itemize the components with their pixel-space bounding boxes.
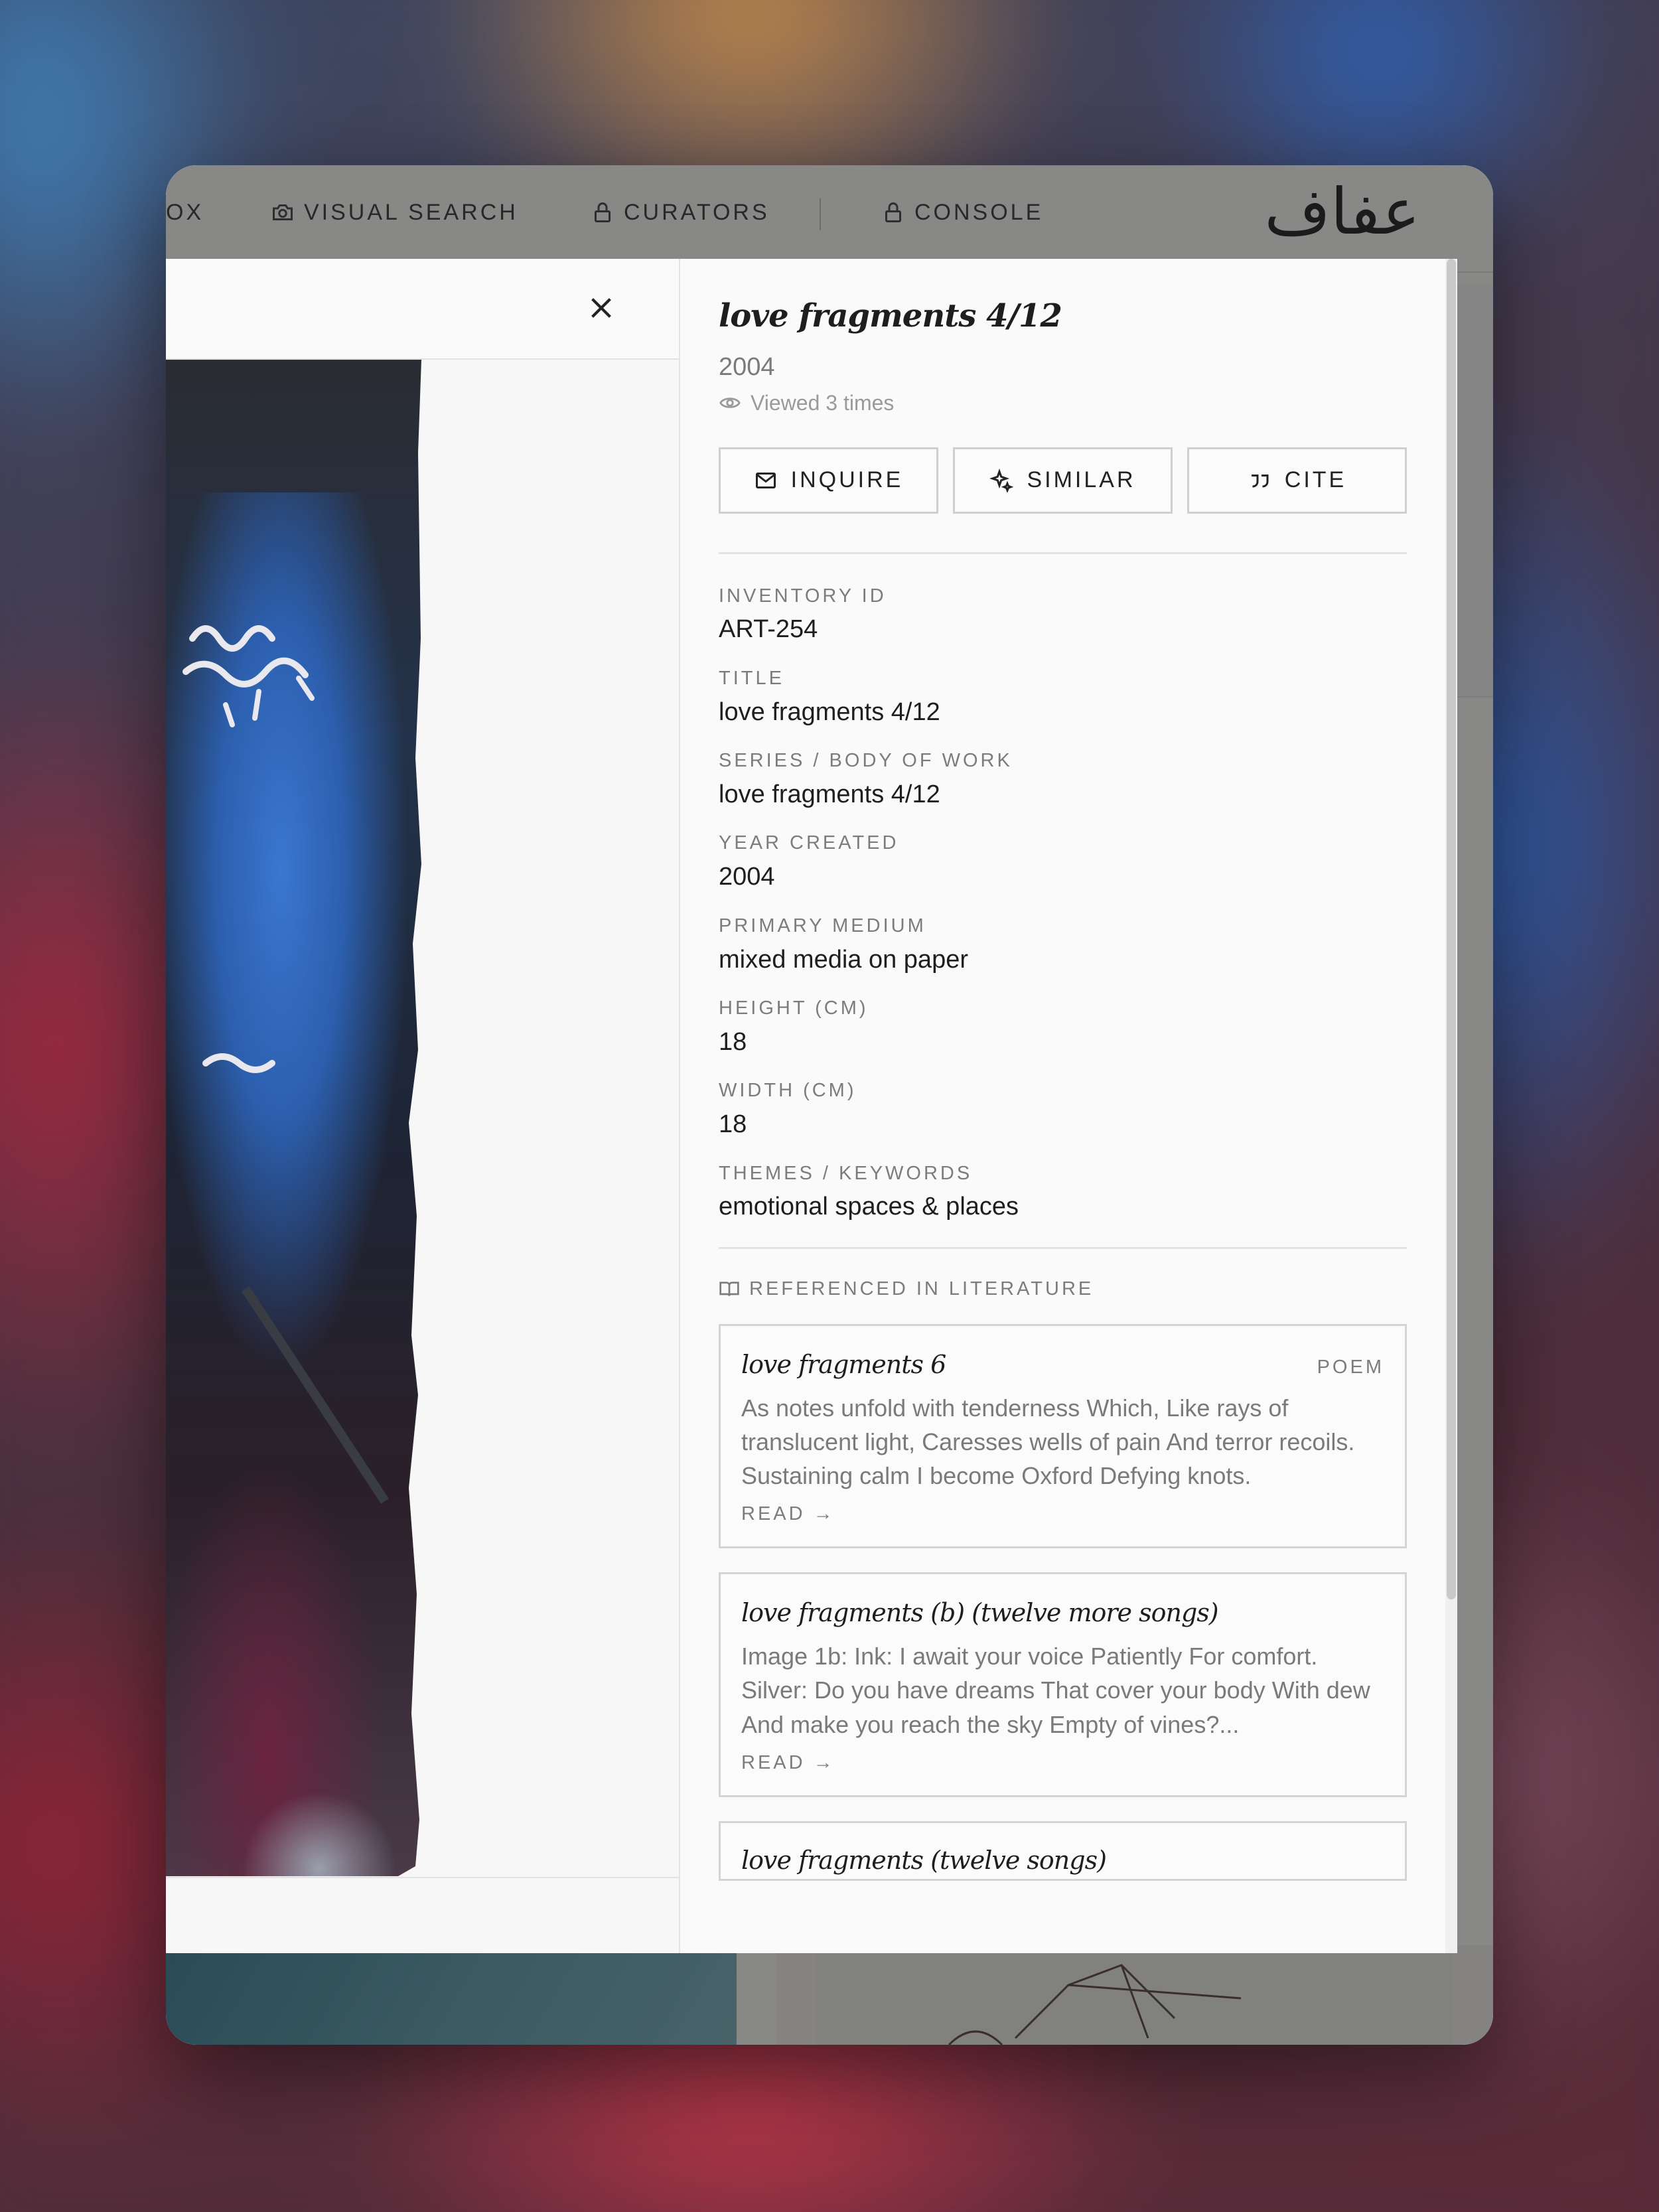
field-value: love fragments 4/12 [719,697,1407,729]
field-label: PRIMARY MEDIUM [719,915,1407,938]
close-button[interactable] [581,288,621,328]
literature-title: love fragments 6 [741,1350,946,1379]
literature-card[interactable]: love fragments (b) (twelve more songs) I… [719,1572,1407,1797]
cite-label: CITE [1285,467,1346,493]
field-label: HEIGHT (CM) [719,997,1407,1020]
artwork-info-content: love fragments 4/12 2004 Viewed 3 times [719,297,1407,1881]
field-label: WIDTH (CM) [719,1079,1407,1102]
field-value: 2004 [719,861,1407,893]
nav-divider [820,198,821,230]
scrollbar-thumb[interactable] [1447,259,1456,1599]
field-label: TITLE [719,667,1407,690]
field-label: YEAR CREATED [719,832,1407,855]
field-title: TITLE love fragments 4/12 [719,667,1407,728]
literature-card-header: love fragments (b) (twelve more songs) [741,1598,1384,1627]
nav-item-label: OX [166,200,204,226]
literature-title: love fragments (twelve songs) [741,1846,1106,1875]
field-themes: THEMES / KEYWORDS emotional spaces & pla… [719,1162,1407,1223]
action-buttons: INQUIRE SIMILAR CITE [719,447,1407,514]
literature-card-header: love fragments 6 POEM [741,1350,1384,1379]
literature-type: POEM [1317,1357,1384,1378]
nav-item-label: CURATORS [624,200,770,226]
field-value: emotional spaces & places [719,1191,1407,1223]
artwork-info-panel: love fragments 4/12 2004 Viewed 3 times [680,259,1457,1953]
mail-icon [754,469,778,492]
artwork-painting [166,360,421,1876]
sparkles-icon [989,469,1013,492]
literature-excerpt: As notes unfold with tenderness Which, L… [741,1391,1384,1493]
read-link[interactable]: READ → [741,1752,1384,1774]
background-thumbnail [776,1945,1493,2045]
read-link[interactable]: READ → [741,1503,1384,1525]
field-label: THEMES / KEYWORDS [719,1162,1407,1185]
section-divider [719,1247,1407,1249]
view-count-label: Viewed 3 times [751,391,894,415]
quote-icon [1248,469,1271,492]
literature-card[interactable]: love fragments 6 POEM As notes unfold wi… [719,1324,1407,1548]
artwork-image[interactable] [166,360,421,1876]
literature-heading: REFERENCED IN LITERATURE [719,1278,1407,1300]
literature-card[interactable]: love fragments (twelve songs) [719,1821,1407,1881]
lock-icon [881,200,905,224]
artwork-title: love fragments 4/12 [719,297,1407,336]
nav-item-inbox[interactable]: OX [166,165,204,259]
field-value: ART-254 [719,614,1407,646]
eye-icon [719,392,741,414]
nav-item-label: VISUAL SEARCH [304,200,518,226]
field-year-created: YEAR CREATED 2004 [719,832,1407,893]
brand-logo[interactable]: عفاف [1264,180,1420,244]
lock-icon [591,200,614,224]
sketch-thumbnail [776,1945,1493,2045]
field-primary-medium: PRIMARY MEDIUM mixed media on paper [719,915,1407,976]
literature-heading-label: REFERENCED IN LITERATURE [749,1278,1094,1300]
nav-item-visual-search[interactable]: VISUAL SEARCH [271,165,518,259]
close-icon [586,293,616,323]
image-viewer-footer [166,1877,679,1878]
app-window: OX VISUAL SEARCH CURATORS CONSOLE عفاف l… [166,165,1493,2045]
cite-button[interactable]: CITE [1187,447,1407,514]
field-value: 18 [719,1109,1407,1141]
inquire-label: INQUIRE [791,467,904,493]
metadata-fields: INVENTORY ID ART-254 TITLE love fragment… [719,585,1407,1223]
artwork-detail-modal: love fragments 4/12 2004 Viewed 3 times [166,259,1457,1953]
screen: OX VISUAL SEARCH CURATORS CONSOLE عفاف l… [0,0,1659,2212]
field-value: mixed media on paper [719,944,1407,976]
nav-item-console[interactable]: CONSOLE [881,165,1043,259]
nav-item-label: CONSOLE [914,200,1043,226]
literature-card-header: love fragments (twelve songs) [741,1846,1384,1875]
image-viewer [166,259,680,1953]
field-value: love fragments 4/12 [719,779,1407,811]
artwork-year: 2004 [719,353,1407,382]
section-divider [719,552,1407,554]
top-navigation: OX VISUAL SEARCH CURATORS CONSOLE عفاف [166,165,1493,259]
similar-label: SIMILAR [1027,467,1135,493]
literature-title: love fragments (b) (twelve more songs) [741,1598,1218,1627]
literature-excerpt: Image 1b: Ink: I await your voice Patien… [741,1639,1384,1741]
field-label: SERIES / BODY OF WORK [719,749,1407,773]
inquire-button[interactable]: INQUIRE [719,447,938,514]
field-height: HEIGHT (CM) 18 [719,997,1407,1058]
field-width: WIDTH (CM) 18 [719,1079,1407,1140]
field-label: INVENTORY ID [719,585,1407,608]
field-inventory-id: INVENTORY ID ART-254 [719,585,1407,646]
image-viewer-header [166,259,679,360]
camera-icon [271,200,295,224]
field-series: SERIES / BODY OF WORK love fragments 4/1… [719,749,1407,810]
scrollbar[interactable] [1445,259,1457,1953]
nav-item-curators[interactable]: CURATORS [591,165,770,259]
similar-button[interactable]: SIMILAR [953,447,1173,514]
book-icon [719,1278,740,1299]
background-thumbnail [166,1945,737,2045]
field-value: 18 [719,1027,1407,1059]
view-count: Viewed 3 times [719,391,1407,415]
